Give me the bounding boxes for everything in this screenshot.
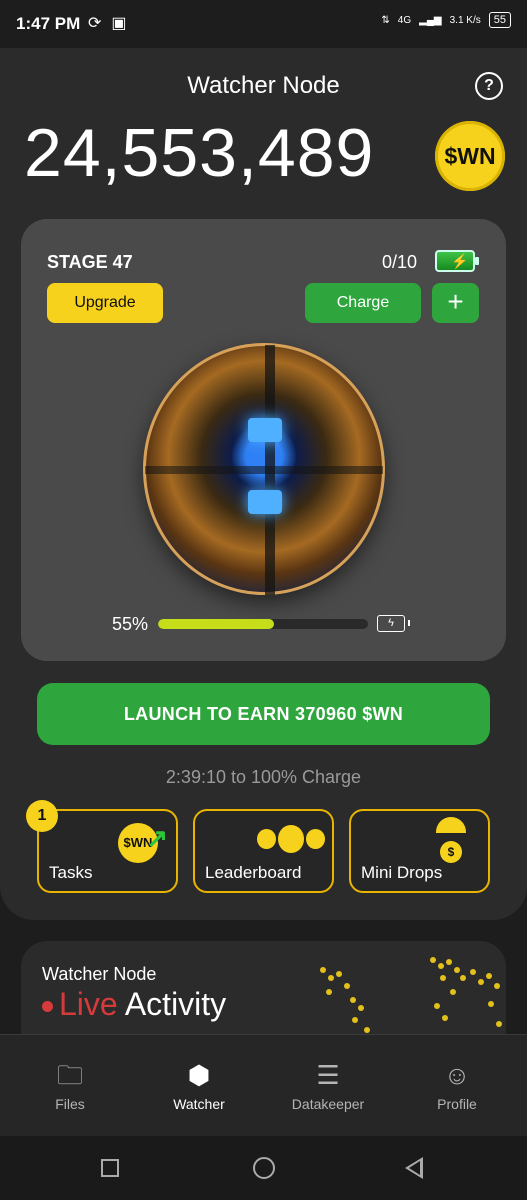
nav-profile[interactable]: ☺ Profile	[402, 1060, 512, 1112]
folder-icon: 🗀	[56, 1060, 83, 1090]
charge-progress-bar	[158, 619, 368, 629]
back-button[interactable]	[405, 1157, 423, 1179]
activity-word: Activity	[124, 986, 227, 1022]
user-icon: ☺	[443, 1060, 471, 1090]
parachute-icon	[436, 817, 466, 833]
stage-label: STAGE 47	[47, 252, 133, 272]
charge-count: 0/10	[382, 252, 418, 272]
people-icon	[257, 823, 326, 855]
upgrade-button[interactable]: Upgrade	[47, 283, 163, 323]
activity-title: Watcher Node	[42, 964, 157, 984]
launch-button[interactable]: LAUNCH TO EARN 370960 $WN	[37, 683, 490, 745]
nav-profile-label: Profile	[437, 1096, 477, 1112]
charge-percent: 55%	[112, 614, 149, 634]
network-speed: 3.1 K/s	[449, 14, 481, 26]
nav-datakeeper-label: Datakeeper	[291, 1096, 365, 1112]
mini-drops-label: Mini Drops	[361, 863, 443, 882]
help-icon[interactable]: ?	[475, 72, 503, 100]
person-icon	[306, 829, 326, 849]
cube-icon: ⬢	[187, 1060, 211, 1090]
live-word: Live	[59, 986, 118, 1022]
tasks-badge: 1	[26, 800, 58, 832]
refresh-icon: ⟳	[88, 15, 102, 32]
wn-coin-icon: $WN	[435, 121, 505, 191]
data-arrows-icon: ⇅	[381, 14, 390, 26]
recents-button[interactable]	[101, 1159, 119, 1177]
dollar-coin-icon: $	[440, 841, 462, 863]
network-type: 4G	[397, 14, 412, 26]
trend-up-icon: ↗	[146, 823, 168, 853]
activity-heading: Live Activity	[42, 986, 226, 1023]
world-map-image	[300, 945, 506, 1040]
balance-value: 24,553,489	[24, 115, 375, 191]
person-icon	[277, 825, 305, 853]
charge-progress-fill	[158, 619, 274, 629]
leaderboard-card[interactable]: Leaderboard	[193, 809, 334, 893]
nav-watcher-label: Watcher	[173, 1096, 225, 1112]
charge-countdown: 2:39:10 to 100% Charge	[165, 767, 362, 787]
signal-icon: ▂▄▆	[419, 14, 442, 26]
battery-small-icon: ϟ	[377, 615, 410, 632]
charge-button[interactable]: Charge	[305, 283, 421, 323]
home-button[interactable]	[253, 1157, 275, 1179]
page-title: Watcher Node	[187, 72, 340, 99]
bolt-icon: ⚡	[451, 253, 469, 269]
status-icons-left: ⟳ ▣	[88, 13, 127, 33]
status-right: ⇅ 4G ▂▄▆ 3.1 K/s 55	[381, 12, 511, 28]
nav-datakeeper[interactable]: ☰ Datakeeper	[273, 1060, 383, 1112]
battery-indicator: 55	[488, 12, 511, 28]
tasks-card[interactable]: $WN ↗ Tasks	[37, 809, 178, 893]
tasks-label: Tasks	[49, 863, 93, 882]
add-charge-button[interactable]: +	[432, 283, 479, 323]
orb-core-light	[248, 490, 282, 514]
nav-files-label: Files	[55, 1096, 85, 1112]
app-notification-icon: ▣	[111, 15, 127, 32]
leaderboard-label: Leaderboard	[205, 863, 302, 882]
battery-charge-icon: ⚡	[435, 250, 479, 272]
mini-drops-card[interactable]: $ Mini Drops	[349, 809, 490, 893]
live-dot-icon	[42, 1001, 53, 1013]
status-time: 1:47 PM	[16, 14, 81, 33]
orb-core-light	[248, 418, 282, 442]
status-bar: 1:47 PM ⟳ ▣ ⇅ 4G ▂▄▆ 3.1 K/s 55	[0, 0, 527, 48]
nav-files[interactable]: 🗀 Files	[15, 1060, 125, 1112]
nav-watcher[interactable]: ⬢ Watcher	[144, 1060, 254, 1112]
server-icon: ☰	[316, 1060, 340, 1090]
person-icon	[257, 829, 276, 849]
orb-detail	[145, 466, 383, 474]
